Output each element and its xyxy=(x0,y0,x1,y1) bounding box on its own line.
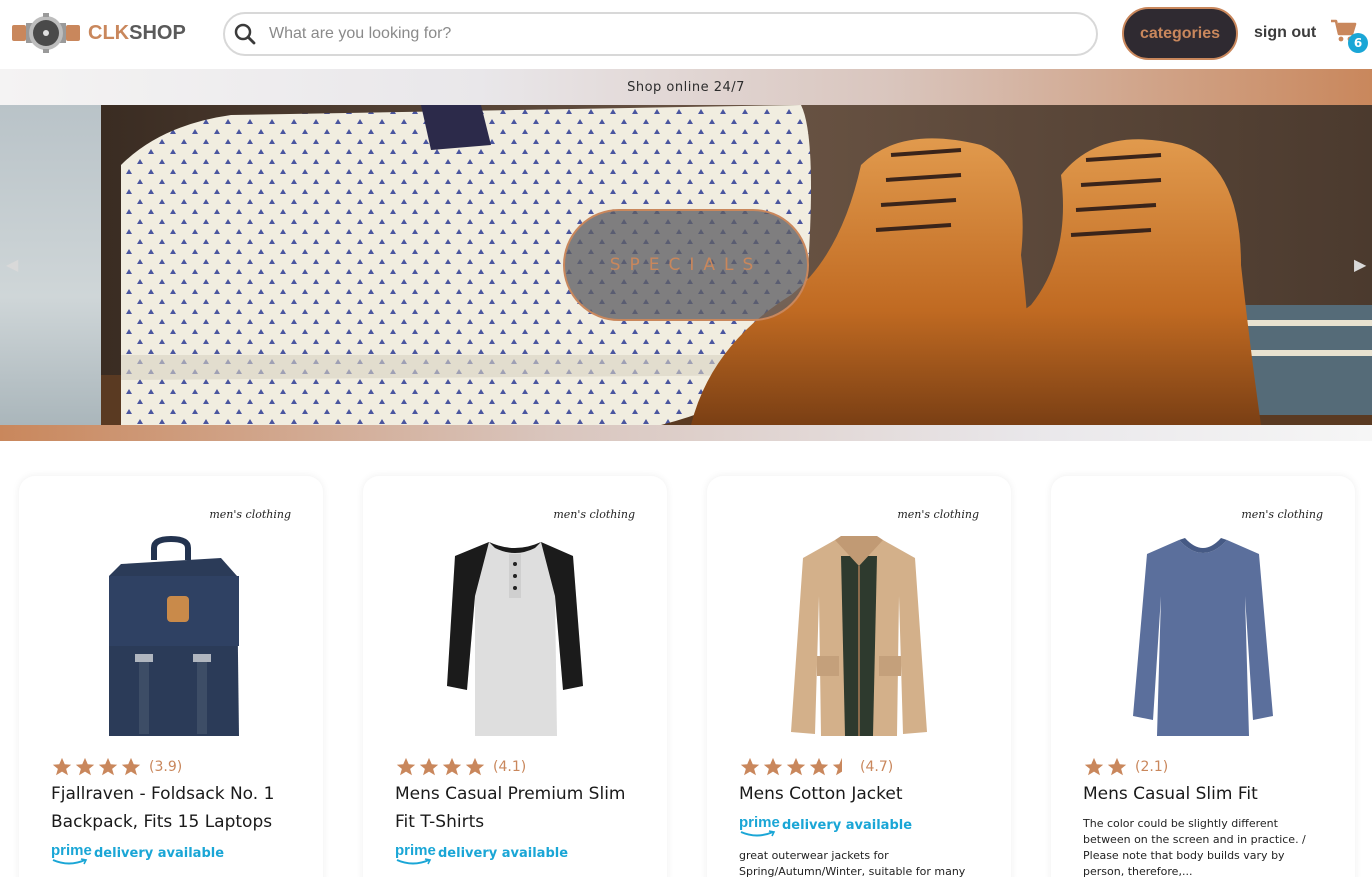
rating: (4.1) xyxy=(395,756,526,778)
star-icon xyxy=(396,757,416,776)
star-icon xyxy=(419,757,439,776)
product-category: men's clothing xyxy=(553,508,635,521)
rating: (3.9) xyxy=(51,756,182,778)
specials-label: SPECIALS xyxy=(609,255,763,275)
cart-button[interactable]: 6 xyxy=(1330,18,1370,58)
hero-carousel: SPECIALS ◀ ▶ xyxy=(0,105,1372,425)
top-header: CLKSHOP categories sign out 6 xyxy=(0,0,1372,69)
product-category: men's clothing xyxy=(209,508,291,521)
page: CLKSHOP categories sign out 6 Shop onlin… xyxy=(0,0,1372,877)
prime-delivery: prime delivery available xyxy=(739,814,913,837)
product-card[interactable]: men's clothing (3.9) Fjallraven - Foldsa… xyxy=(19,476,323,877)
delivery-text: delivery available xyxy=(782,817,913,833)
banner-bottom-strip xyxy=(0,425,1372,441)
prime-logo-icon: prime xyxy=(739,814,780,837)
rating-value: (3.9) xyxy=(149,759,183,775)
star-icon xyxy=(1084,757,1104,776)
product-category: men's clothing xyxy=(1241,508,1323,521)
product-title[interactable]: Mens Casual Slim Fit xyxy=(1083,780,1333,808)
star-icon xyxy=(763,757,783,776)
star-icon xyxy=(121,757,141,776)
promo-strip: Shop online 24/7 xyxy=(0,69,1372,105)
promo-text: Shop online 24/7 xyxy=(627,79,745,95)
star-icon xyxy=(465,757,485,776)
specials-button[interactable]: SPECIALS xyxy=(563,209,809,321)
star-icon xyxy=(1107,757,1127,776)
cart-count-badge: 6 xyxy=(1348,33,1368,53)
search-input[interactable] xyxy=(269,25,1049,43)
carousel-prev-arrow-icon[interactable]: ◀ xyxy=(6,255,20,275)
carousel-next-arrow-icon[interactable]: ▶ xyxy=(1354,255,1368,275)
prime-logo-icon: prime xyxy=(51,842,92,865)
product-image-tshirt[interactable] xyxy=(433,536,597,738)
product-description: great outerwear jackets for Spring/Autum… xyxy=(739,849,966,877)
rating: (4.7) xyxy=(739,756,893,778)
rating-value: (4.7) xyxy=(860,759,894,775)
star-icon xyxy=(442,757,462,776)
product-title[interactable]: Mens Cotton Jacket xyxy=(739,780,989,808)
product-description: The color could be slightly different be… xyxy=(1083,817,1306,877)
watch-logo-icon xyxy=(12,13,80,53)
star-icon xyxy=(52,757,72,776)
rating: (2.1) xyxy=(1083,756,1168,778)
product-title[interactable]: Fjallraven - Foldsack No. 1 Backpack, Fi… xyxy=(51,780,301,836)
product-image-jacket[interactable] xyxy=(777,536,941,738)
search-icon[interactable] xyxy=(233,22,257,46)
prime-delivery: prime delivery available xyxy=(395,842,569,865)
star-icon xyxy=(98,757,118,776)
sign-out-link[interactable]: sign out xyxy=(1254,24,1316,42)
prime-logo-icon: prime xyxy=(395,842,436,865)
logo[interactable]: CLKSHOP xyxy=(10,12,186,54)
rating-value: (2.1) xyxy=(1135,759,1169,775)
star-icon xyxy=(809,757,829,776)
prime-delivery: prime delivery available xyxy=(51,842,225,865)
categories-button[interactable]: categories xyxy=(1122,7,1238,60)
product-category: men's clothing xyxy=(897,508,979,521)
delivery-text: delivery available xyxy=(438,845,569,861)
product-card[interactable]: men's clothing (4.7) Mens Cotton Jacket … xyxy=(707,476,1011,877)
star-icon xyxy=(75,757,95,776)
product-image-backpack[interactable] xyxy=(89,536,253,738)
logo-text: CLKSHOP xyxy=(88,21,186,44)
half-star-icon xyxy=(832,757,842,776)
rating-value: (4.1) xyxy=(493,759,527,775)
star-icon xyxy=(740,757,760,776)
product-title[interactable]: Mens Casual Premium Slim Fit T-Shirts xyxy=(395,780,645,836)
product-image-long-sleeve-shirt[interactable] xyxy=(1121,536,1285,738)
product-card[interactable]: men's clothing (2.1) Mens Casual Slim Fi… xyxy=(1051,476,1355,877)
star-icon xyxy=(786,757,806,776)
product-card[interactable]: men's clothing (4.1) Mens Casual Premium… xyxy=(363,476,667,877)
search-bar xyxy=(223,12,1098,56)
delivery-text: delivery available xyxy=(94,845,225,861)
